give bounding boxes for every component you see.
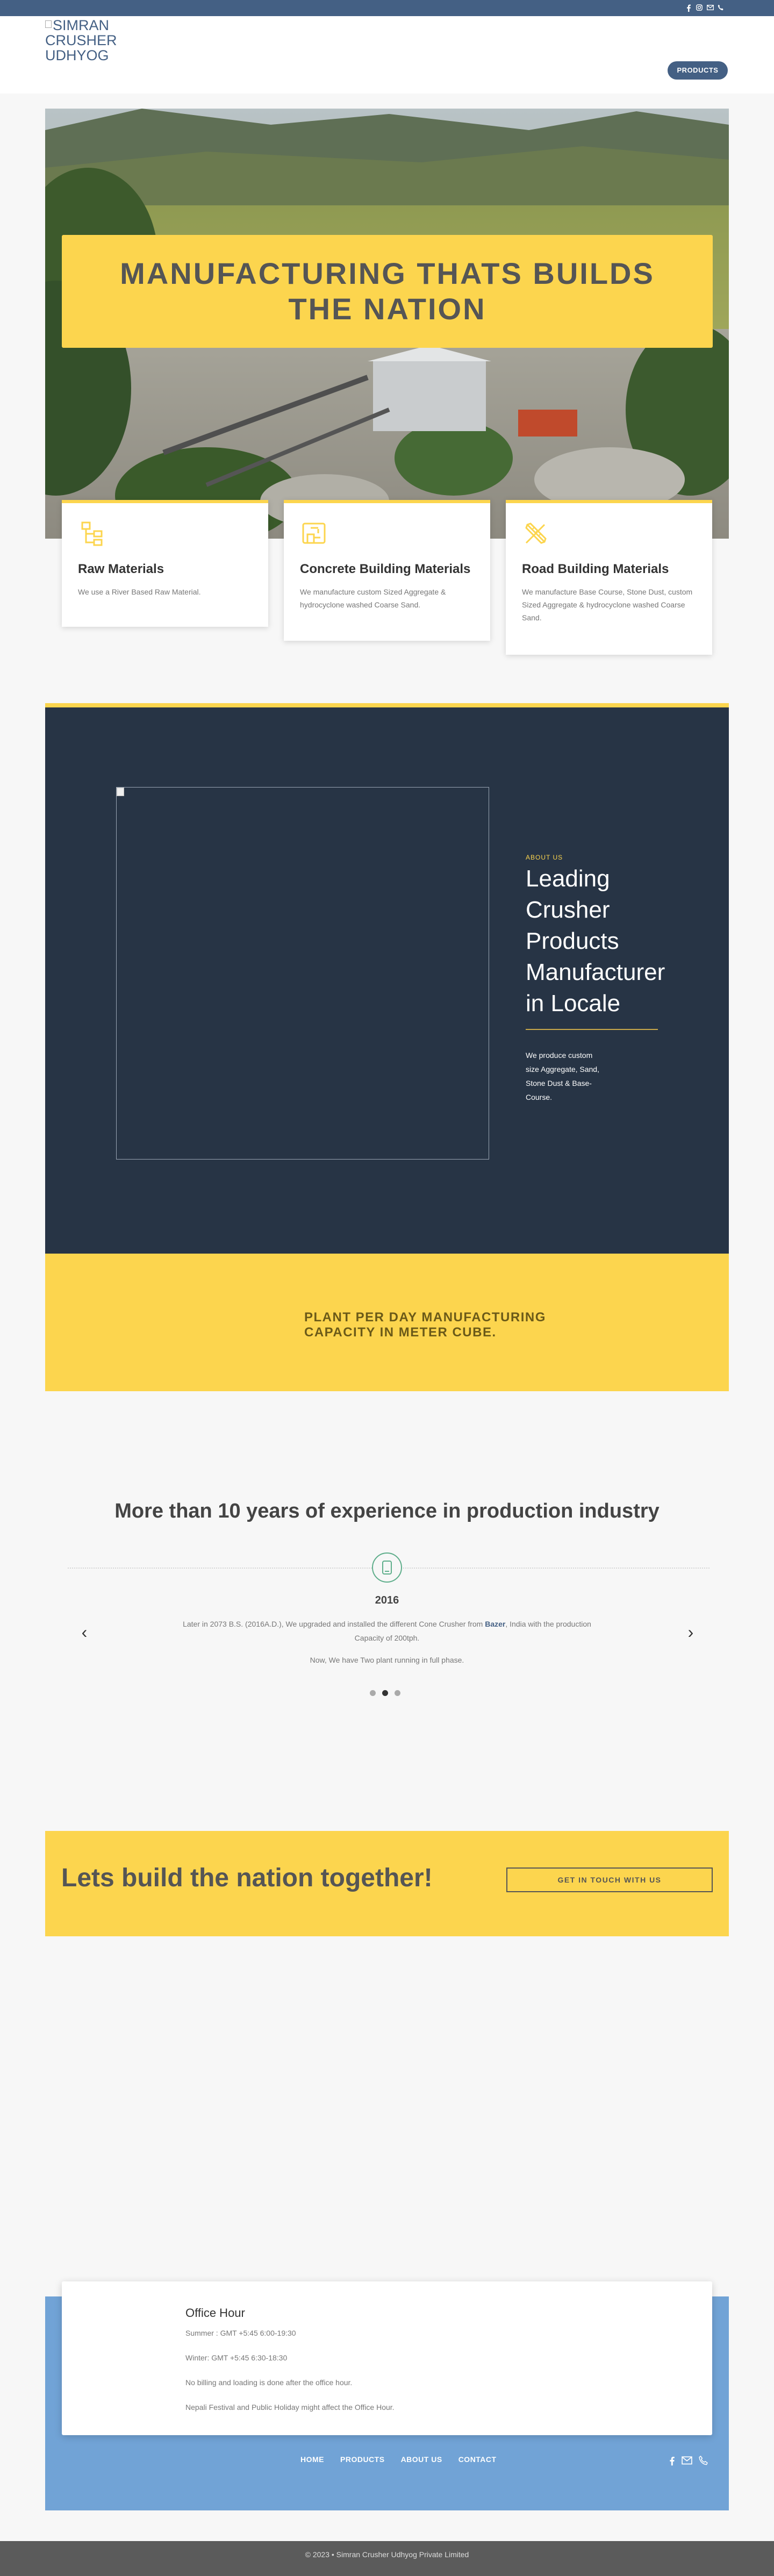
get-in-touch-button[interactable]: GET IN TOUCH WITH US <box>506 1867 713 1892</box>
footer-link-home[interactable]: HOME <box>300 2455 324 2464</box>
slider-dot[interactable] <box>395 1690 400 1696</box>
slider-dot[interactable] <box>370 1690 376 1696</box>
feature-card-road: Road Building Materials We manufacture B… <box>506 500 712 655</box>
footer-nav: HOME PRODUCTS ABOUT US CONTACT <box>300 2455 497 2464</box>
logo-text: SIMRAN CRUSHER UDHYOG <box>45 17 117 63</box>
bazer-link[interactable]: Bazer <box>485 1620 505 1628</box>
facebook-icon[interactable] <box>669 2456 675 2470</box>
mobile-icon <box>372 1552 402 1583</box>
timeline-text: Later in 2073 B.S. (2016A.D.), We upgrad… <box>172 1617 602 1645</box>
next-slide-button[interactable]: › <box>683 1621 699 1643</box>
feature-title: Road Building Materials <box>522 562 669 576</box>
site-logo[interactable]: SIMRAN CRUSHER UDHYOG <box>45 18 169 63</box>
about-image <box>116 787 489 1160</box>
about-description: We produce custom size Aggregate, Sand, … <box>526 1051 599 1101</box>
about-section: ABOUT US Leading Crusher Products Manufa… <box>45 703 729 1254</box>
broken-image-icon <box>117 788 124 796</box>
experience-title: More than 10 years of experience in prod… <box>114 1500 660 1522</box>
feature-title: Concrete Building Materials <box>300 562 471 576</box>
about-kicker: ABOUT US <box>526 854 563 861</box>
flowchart-icon <box>81 521 103 546</box>
email-icon[interactable] <box>706 4 714 12</box>
timeline-text-part: Later in 2073 B.S. (2016A.D.), We upgrad… <box>183 1620 485 1628</box>
facebook-icon[interactable] <box>685 4 692 12</box>
capacity-text: PLANT PER DAY MANUFACTURING CAPACITY IN … <box>304 1310 546 1340</box>
top-bar <box>0 0 774 16</box>
feature-title: Raw Materials <box>78 562 164 576</box>
phone-icon[interactable] <box>699 2456 708 2470</box>
office-note: No billing and loading is done after the… <box>185 2378 353 2387</box>
feature-text: We use a River Based Raw Material. <box>78 588 201 596</box>
office-winter: Winter: GMT +5:45 6:30-18:30 <box>185 2353 288 2362</box>
feature-card-raw-materials: Raw Materials We use a River Based Raw M… <box>62 500 268 627</box>
feature-text: We manufacture Base Course, Stone Dust, … <box>522 588 693 622</box>
slider-dot-active[interactable] <box>382 1690 388 1696</box>
design-tools-icon <box>525 523 547 544</box>
office-hour-title: Office Hour <box>185 2306 245 2320</box>
office-note: Nepali Festival and Public Holiday might… <box>185 2403 395 2412</box>
feature-text: We manufacture custom Sized Aggregate & … <box>300 588 446 609</box>
about-title: Leading Crusher Products Manufacturer in… <box>526 865 665 1017</box>
cta-title: Lets build the nation together! <box>61 1864 433 1892</box>
top-social-icons <box>685 4 725 12</box>
cta-section: Lets build the nation together! GET IN T… <box>45 1831 729 1936</box>
capacity-band: PLANT PER DAY MANUFACTURING CAPACITY IN … <box>45 1254 729 1391</box>
office-hour-card: Office Hour Summer : GMT +5:45 6:00-19:3… <box>62 2281 712 2435</box>
prev-slide-button[interactable]: ‹ <box>76 1621 92 1643</box>
timeline-text-2: Now, We have Two plant running in full p… <box>310 1656 464 1664</box>
footer-link-products[interactable]: PRODUCTS <box>340 2455 385 2464</box>
feature-card-concrete: Concrete Building Materials We manufactu… <box>284 500 490 641</box>
instagram-icon[interactable] <box>696 4 703 12</box>
about-divider <box>526 1029 658 1030</box>
phone-icon[interactable] <box>717 4 725 12</box>
footer-link-contact[interactable]: CONTACT <box>458 2455 497 2464</box>
copyright-text: © 2023 • Simran Crusher Udhyog Private L… <box>305 2550 469 2559</box>
copyright-bar: © 2023 • Simran Crusher Udhyog Private L… <box>0 2541 774 2576</box>
office-summer: Summer : GMT +5:45 6:00-19:30 <box>185 2329 296 2337</box>
hero-title: MANUFACTURING THATS BUILDS THE NATION <box>62 235 713 348</box>
email-icon[interactable] <box>682 2456 692 2470</box>
slider-dots <box>370 1690 400 1696</box>
blueprint-icon <box>302 523 326 544</box>
products-nav-button[interactable]: PRODUCTS <box>668 61 728 80</box>
footer-link-about[interactable]: ABOUT US <box>401 2455 442 2464</box>
broken-image-icon <box>45 20 52 28</box>
footer-social-icons <box>669 2456 708 2470</box>
timeline-year: 2016 <box>375 1594 399 1606</box>
site-header: SIMRAN CRUSHER UDHYOG PRODUCTS <box>0 16 774 94</box>
